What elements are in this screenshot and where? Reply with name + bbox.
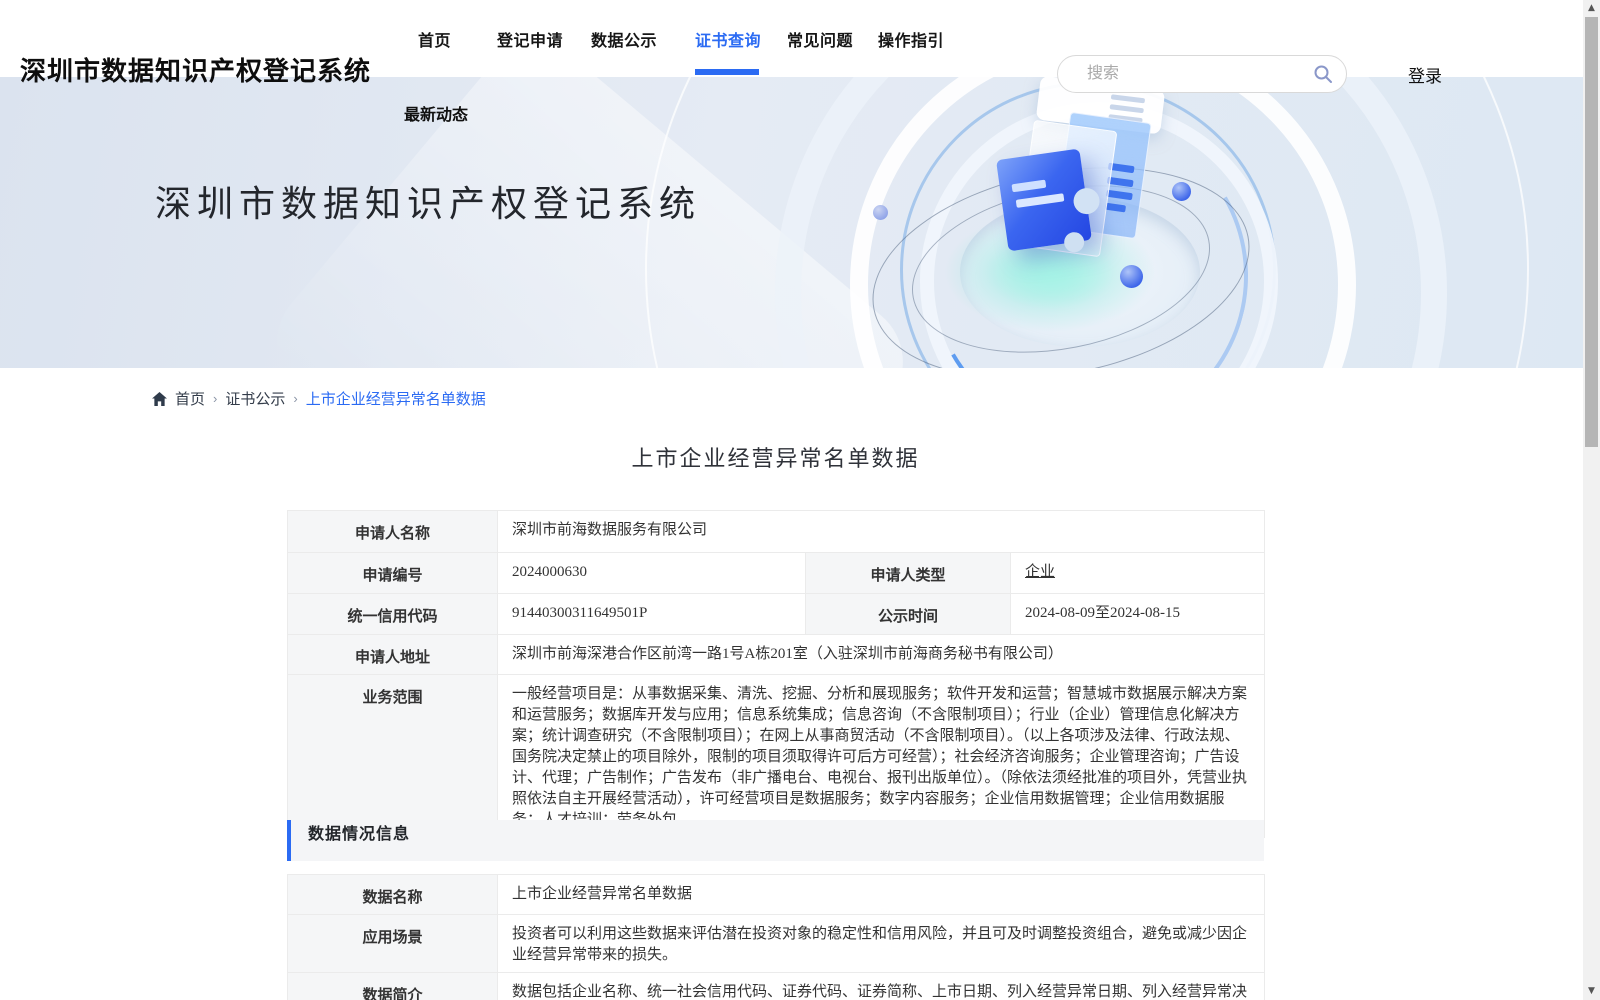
field-label: 申请人地址 bbox=[287, 634, 498, 675]
scrollbar-thumb[interactable] bbox=[1585, 17, 1598, 447]
breadcrumb-home[interactable]: 首页 bbox=[175, 388, 205, 409]
field-value: 企业 bbox=[1010, 552, 1265, 594]
table-row: 申请编号 2024000630 申请人类型 企业 bbox=[287, 552, 1265, 594]
applicant-type-value: 企业 bbox=[1025, 564, 1056, 580]
nav-item-home[interactable]: 首页 bbox=[418, 27, 451, 51]
site-logo: 深圳市数据知识产权登记系统 bbox=[20, 56, 372, 86]
breadcrumb-certificate-publicity[interactable]: 证书公示 bbox=[225, 388, 285, 409]
hero-sphere bbox=[873, 205, 888, 220]
field-value: 上市企业经营异常名单数据 bbox=[497, 874, 1265, 915]
field-value: 2024-08-09至2024-08-15 bbox=[1010, 593, 1265, 635]
table-row: 申请人名称 深圳市前海数据服务有限公司 bbox=[287, 510, 1265, 553]
field-value: 一般经营项目是：从事数据采集、清洗、挖掘、分析和展现服务；软件开发和运营；智慧城… bbox=[497, 674, 1265, 838]
field-value: 深圳市前海数据服务有限公司 bbox=[497, 510, 1265, 553]
search-input[interactable] bbox=[1085, 56, 1319, 92]
field-label: 数据名称 bbox=[287, 874, 498, 915]
table-row: 应用场景 投资者可以利用这些数据来评估潜在投资对象的稳定性和信用风险，并且可及时… bbox=[287, 914, 1265, 973]
table-row: 业务范围 一般经营项目是：从事数据采集、清洗、挖掘、分析和展现服务；软件开发和运… bbox=[287, 674, 1265, 838]
table-row: 数据名称 上市企业经营异常名单数据 bbox=[287, 874, 1265, 915]
nav-item-latest-news[interactable]: 最新动态 bbox=[404, 101, 468, 125]
nav-item-register[interactable]: 登记申请 bbox=[497, 27, 563, 51]
hero-banner: 深圳市数据知识产权登记系统 bbox=[0, 77, 1583, 368]
table-row: 数据简介 数据包括企业名称、统一社会信用代码、证券代码、证券简称、上市日期、列入… bbox=[287, 972, 1265, 1000]
nav-item-guide[interactable]: 操作指引 bbox=[878, 27, 944, 51]
scrollbar-down-arrow-icon[interactable]: ▼ bbox=[1583, 983, 1600, 1000]
breadcrumb-current[interactable]: 上市企业经营异常名单数据 bbox=[306, 388, 486, 409]
table-row: 统一信用代码 91440300311649501P 公示时间 2024-08-0… bbox=[287, 593, 1265, 635]
nav-item-faq[interactable]: 常见问题 bbox=[787, 27, 853, 51]
field-value: 91440300311649501P bbox=[497, 593, 806, 635]
nav-item-certificate-query[interactable]: 证书查询 bbox=[695, 27, 761, 51]
field-label: 应用场景 bbox=[287, 914, 498, 973]
field-value: 投资者可以利用这些数据来评估潜在投资对象的稳定性和信用风险，并且可及时调整投资组… bbox=[497, 914, 1265, 973]
breadcrumb-separator: › bbox=[213, 391, 218, 406]
section-header-data-info: 数据情况信息 bbox=[287, 820, 1264, 861]
field-label: 数据简介 bbox=[287, 972, 498, 1000]
breadcrumb: 首页 › 证书公示 › 上市企业经营异常名单数据 bbox=[152, 388, 486, 409]
search-box[interactable] bbox=[1057, 55, 1347, 93]
login-link[interactable]: 登录 bbox=[1408, 62, 1442, 87]
home-icon bbox=[152, 391, 167, 406]
active-nav-underline bbox=[695, 69, 759, 75]
hero-sphere bbox=[1120, 265, 1143, 288]
applicant-info-table: 申请人名称 深圳市前海数据服务有限公司 申请编号 2024000630 申请人类… bbox=[287, 510, 1265, 838]
table-row: 申请人地址 深圳市前海深港合作区前湾一路1号A栋201室（入驻深圳市前海商务秘书… bbox=[287, 634, 1265, 675]
vertical-scrollbar[interactable]: ▲ ▼ bbox=[1583, 0, 1600, 1000]
field-label: 申请人名称 bbox=[287, 510, 498, 553]
page: 深圳市数据知识产权登记系统 首页 登记申请 数据公示 证书查询 常见问题 操作指… bbox=[0, 0, 1600, 1000]
nav-item-data-publicity[interactable]: 数据公示 bbox=[591, 27, 657, 51]
scrollbar-up-arrow-icon[interactable]: ▲ bbox=[1583, 0, 1600, 17]
field-value: 数据包括企业名称、统一社会信用代码、证券代码、证券简称、上市日期、列入经营异常日… bbox=[497, 972, 1265, 1000]
field-label: 统一信用代码 bbox=[287, 593, 498, 635]
search-icon[interactable] bbox=[1313, 64, 1333, 84]
field-label: 公示时间 bbox=[805, 593, 1011, 635]
hero-sphere bbox=[1172, 182, 1191, 201]
field-value: 2024000630 bbox=[497, 552, 806, 594]
page-title: 上市企业经营异常名单数据 bbox=[631, 446, 920, 471]
breadcrumb-separator: › bbox=[293, 391, 298, 406]
field-label: 申请人类型 bbox=[805, 552, 1011, 594]
field-label: 业务范围 bbox=[287, 674, 498, 838]
field-label: 申请编号 bbox=[287, 552, 498, 594]
hero-title: 深圳市数据知识产权登记系统 bbox=[155, 184, 702, 224]
dataset-info-table: 数据名称 上市企业经营异常名单数据 应用场景 投资者可以利用这些数据来评估潜在投… bbox=[287, 874, 1265, 1000]
hero-ticket-icon bbox=[996, 148, 1102, 254]
field-value: 深圳市前海深港合作区前湾一路1号A栋201室（入驻深圳市前海商务秘书有限公司） bbox=[497, 634, 1265, 675]
